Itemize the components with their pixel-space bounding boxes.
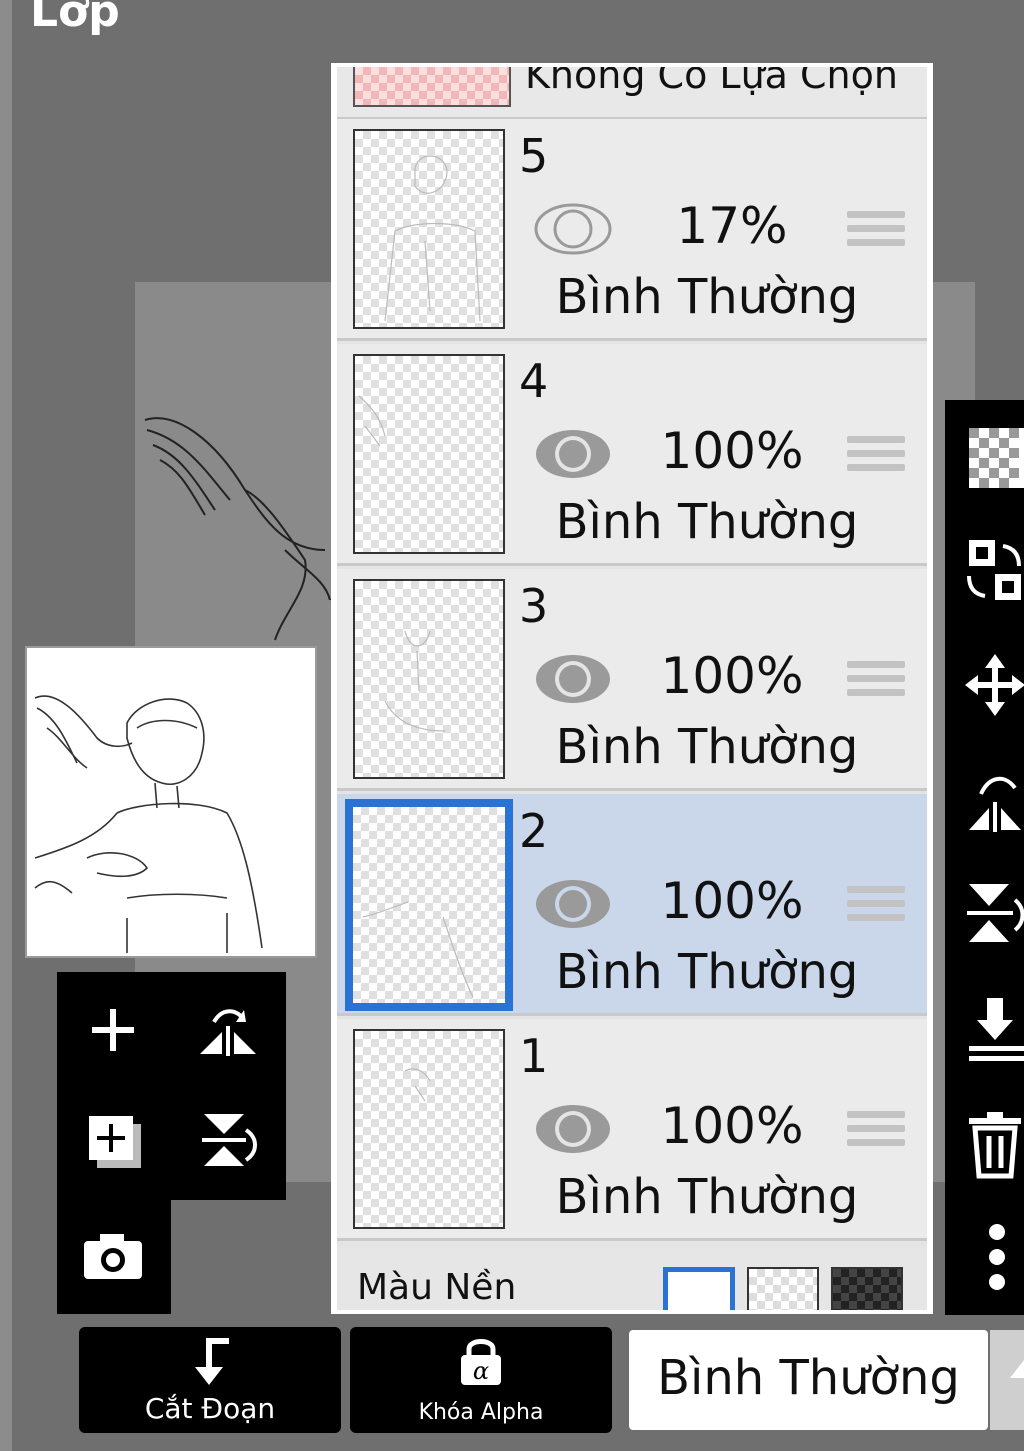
no-selection-row[interactable]: Không Có Lựa Chọn: [337, 67, 927, 120]
clip-button[interactable]: Cắt Đoạn: [79, 1327, 341, 1433]
layer-row-3[interactable]: 3 100% Bình Thường: [337, 569, 927, 791]
visibility-eye-icon[interactable]: [533, 876, 613, 936]
flip-vertical-icon[interactable]: [188, 1100, 268, 1180]
layer-opacity[interactable]: 100%: [657, 872, 807, 930]
visibility-eye-icon[interactable]: [533, 201, 613, 261]
drag-handle-icon[interactable]: [847, 1111, 905, 1153]
preview-sketch: [34, 695, 263, 953]
alpha-lock-icon: α: [461, 1339, 501, 1385]
svg-text:α: α: [473, 1357, 489, 1385]
layer-thumbnail: [345, 799, 513, 1011]
layer-number: 5: [519, 129, 549, 183]
left-toolbox-lower: [57, 1198, 171, 1314]
add-layer-icon[interactable]: [73, 990, 153, 1070]
flip-vertical-icon[interactable]: [965, 878, 1024, 952]
drag-handle-icon[interactable]: [847, 886, 905, 928]
visibility-eye-icon[interactable]: [533, 651, 613, 711]
drag-handle-icon[interactable]: [847, 661, 905, 703]
camera-icon[interactable]: [73, 1216, 153, 1296]
layer-blend-mode: Bình Thường: [555, 269, 859, 325]
layer-thumbnail: [353, 1029, 505, 1229]
layer-number: 4: [519, 354, 549, 408]
alpha-lock-button[interactable]: α Khóa Alpha: [350, 1327, 612, 1433]
alpha-lock-label: Khóa Alpha: [418, 1400, 544, 1425]
blend-mode-selector[interactable]: Bình Thường: [629, 1330, 988, 1430]
background-swatch-dark-checker[interactable]: [831, 1267, 903, 1310]
layer-opacity[interactable]: 100%: [657, 647, 807, 705]
layer-blend-mode: Bình Thường: [555, 944, 859, 1000]
no-selection-label: Không Có Lựa Chọn: [525, 67, 898, 97]
layer-number: 1: [519, 1029, 549, 1083]
transparency-icon[interactable]: [965, 424, 1024, 494]
page-title: Lớp: [30, 0, 120, 37]
background-swatch-light-checker[interactable]: [747, 1267, 819, 1310]
clip-arrow-icon: [195, 1338, 229, 1385]
layer-blend-mode: Bình Thường: [555, 494, 859, 550]
move-icon[interactable]: [965, 652, 1024, 722]
drag-handle-icon[interactable]: [847, 211, 905, 253]
layers-panel: Không Có Lựa Chọn 5 17% Bình Thường 4 10…: [331, 63, 933, 1314]
blend-mode-value: Bình Thường: [657, 1350, 960, 1406]
canvas-sketch: [144, 417, 331, 641]
layer-row-1[interactable]: 1 100% Bình Thường: [337, 1019, 927, 1241]
trash-icon[interactable]: [965, 1110, 1024, 1184]
background-color-label: Màu Nền: [357, 1267, 517, 1308]
duplicate-layer-icon[interactable]: [73, 1100, 153, 1180]
flip-horizontal-icon[interactable]: [188, 990, 268, 1070]
visibility-eye-icon[interactable]: [533, 426, 613, 486]
layer-opacity[interactable]: 17%: [657, 197, 807, 255]
layer-thumbnail: [353, 354, 505, 554]
layer-thumbnail: [353, 129, 505, 329]
layer-blend-mode: Bình Thường: [555, 719, 859, 775]
clip-label: Cắt Đoạn: [144, 1392, 276, 1425]
merge-down-icon[interactable]: [965, 994, 1024, 1068]
layer-blend-mode: Bình Thường: [555, 1169, 859, 1225]
layer-opacity[interactable]: 100%: [657, 1097, 807, 1155]
canvas-preview[interactable]: [25, 646, 317, 958]
more-icon[interactable]: [987, 1222, 1007, 1296]
background-swatch-white[interactable]: [663, 1267, 735, 1310]
selection-thumbnail: [353, 67, 511, 107]
layer-row-2[interactable]: 2 100% Bình Thường: [337, 794, 927, 1016]
layer-number: 2: [519, 804, 549, 858]
left-toolbox: [57, 972, 286, 1200]
drag-handle-icon[interactable]: [847, 436, 905, 478]
right-toolbar: [945, 400, 1024, 1315]
visibility-eye-icon[interactable]: [533, 1101, 613, 1161]
layer-number: 3: [519, 579, 549, 633]
flip-horizontal-icon[interactable]: [965, 764, 1024, 838]
layer-opacity[interactable]: 100%: [657, 422, 807, 480]
background-color-row: Màu Nền: [337, 1247, 927, 1310]
left-edge-strip: [0, 0, 12, 1451]
layer-thumbnail: [353, 579, 505, 779]
swap-layers-icon[interactable]: [965, 536, 1024, 610]
layer-row-5[interactable]: 5 17% Bình Thường: [337, 119, 927, 341]
layer-row-4[interactable]: 4 100% Bình Thường: [337, 344, 927, 566]
blend-mode-arrow-icon[interactable]: [990, 1330, 1024, 1430]
